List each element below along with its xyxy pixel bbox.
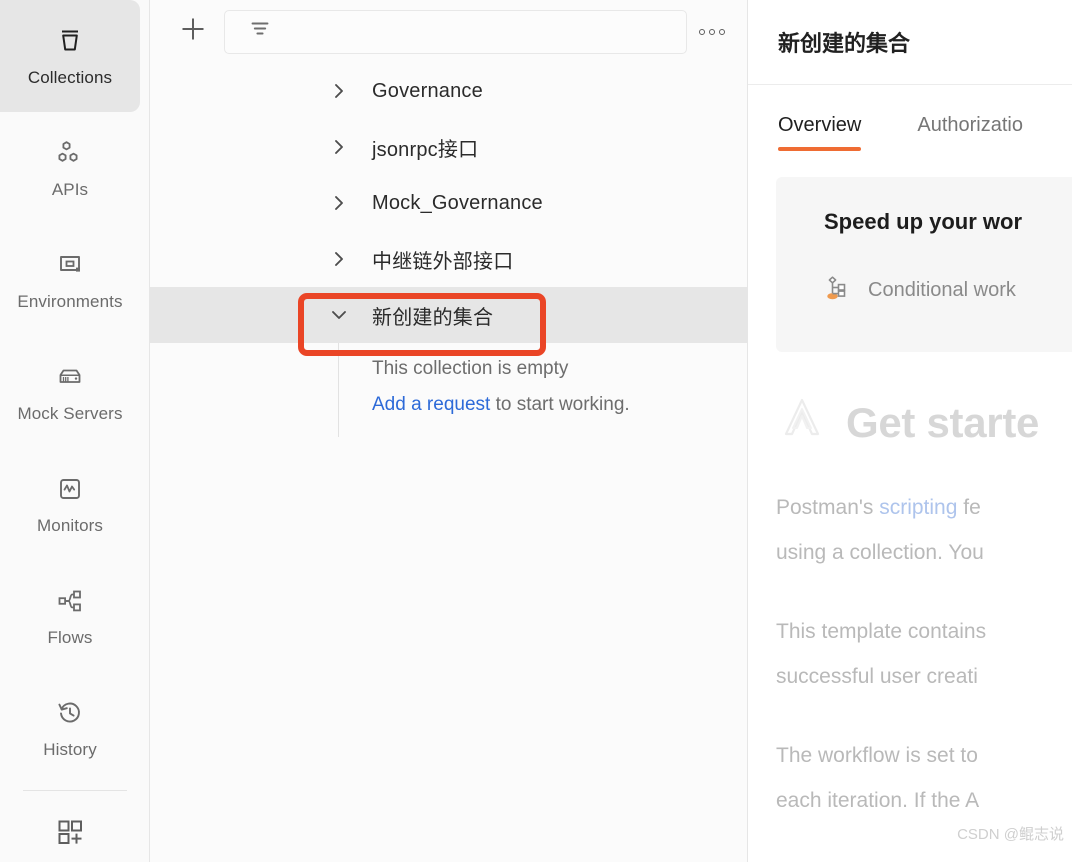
collections-more-options-button[interactable] [689, 12, 735, 52]
sidebar-item-monitors[interactable]: Monitors [0, 448, 140, 560]
history-icon [53, 696, 87, 730]
promo-item-label: Conditional work [868, 279, 1016, 301]
empty-state-line-1: This collection is empty [372, 358, 569, 379]
conditional-workflow-icon [824, 273, 854, 308]
documentation-heading-text: Get starte [846, 398, 1040, 446]
chevron-right-icon [328, 248, 350, 270]
new-collection-button[interactable] [178, 17, 208, 47]
tab-label: Authorizatio [917, 114, 1023, 136]
more-options-icon [699, 28, 725, 35]
detail-header: 新创建的集合 [748, 0, 1072, 85]
collection-empty-state: This collection is empty Add a request t… [150, 343, 747, 437]
doc-p1-c: using a collection. You [776, 541, 984, 564]
page-title: 新创建的集合 [778, 31, 911, 56]
documentation-heading: Get starte [776, 394, 1072, 451]
sidebar-item-collections[interactable]: Collections [0, 0, 140, 112]
chevron-right-icon [328, 136, 350, 158]
tab-overview[interactable]: Overview [778, 114, 862, 151]
doc-p1-b: fe [957, 496, 981, 519]
left-sidebar: Collections APIs Environments Mock Serve… [0, 0, 150, 862]
sidebar-item-label: Collections [27, 68, 113, 87]
chevron-right-icon [328, 192, 350, 214]
apis-icon [53, 136, 87, 170]
doc-p2-a: This template contains [776, 620, 987, 643]
csdn-watermark: CSDN @鲲志说 [957, 826, 1064, 843]
sidebar-item-label: Monitors [37, 516, 103, 535]
scripting-link[interactable]: scripting [879, 496, 957, 519]
doc-p2-b: successful user creati [776, 665, 978, 688]
documentation-paragraph-2: This template contains successful user cr… [776, 609, 1072, 699]
tab-label: Overview [778, 114, 862, 136]
collections-icon [53, 24, 87, 58]
add-module-icon [55, 817, 85, 852]
doc-p3-a: The workflow is set to [776, 744, 978, 767]
promo-item-conditional-workflow[interactable]: Conditional work [824, 273, 1072, 308]
collection-row-governance[interactable]: Governance [150, 63, 747, 119]
collections-list-pane: Governance jsonrpc接口 Mock_Governance 中继链… [150, 0, 748, 862]
collections-toolbar [150, 0, 747, 63]
collection-detail-pane: 新创建的集合 Overview Authorizatio Speed up yo… [748, 0, 1072, 862]
sidebar-add-module-button[interactable] [0, 795, 140, 862]
sidebar-item-label: Flows [47, 628, 93, 647]
doc-p1-a: Postman's [776, 496, 880, 519]
chevron-right-icon [328, 80, 350, 102]
collection-name: Mock_Governance [372, 191, 543, 214]
sidebar-item-apis[interactable]: APIs [0, 112, 140, 224]
collection-documentation: Get starte Postman's scripting fe using a… [748, 352, 1072, 823]
plus-icon [179, 15, 207, 48]
monitors-icon [53, 472, 87, 506]
documentation-paragraph-1: Postman's scripting fe using a collection… [776, 485, 1072, 575]
documentation-paragraph-3: The workflow is set to each iteration. If… [776, 733, 1072, 823]
sidebar-item-label: Mock Servers [17, 404, 123, 423]
empty-state-line-2: Add a request to start working. [150, 387, 747, 423]
filter-icon [249, 18, 271, 45]
collection-name: 新创建的集合 [372, 306, 494, 329]
postman-app-window: Collections APIs Environments Mock Serve… [0, 0, 1072, 862]
sidebar-item-flows[interactable]: Flows [0, 560, 140, 672]
tree-guide-line [338, 343, 339, 437]
sidebar-item-label: Environments [17, 292, 123, 311]
mock-servers-icon [53, 360, 87, 394]
doc-p3-b: each iteration. If the A [776, 789, 980, 812]
detail-tabs: Overview Authorizatio [748, 85, 1072, 151]
postman-logo-icon [776, 394, 828, 451]
chevron-down-icon [328, 304, 350, 326]
sidebar-item-label: APIs [51, 180, 89, 199]
sidebar-divider [22, 790, 127, 791]
flows-icon [53, 584, 87, 618]
collection-row-new-collection[interactable]: 新创建的集合 [150, 287, 747, 343]
sidebar-item-environments[interactable]: Environments [0, 224, 140, 336]
sidebar-item-history[interactable]: History [0, 672, 140, 784]
collection-row-jsonrpc[interactable]: jsonrpc接口 [150, 119, 747, 175]
environments-icon [53, 248, 87, 282]
sidebar-item-mock-servers[interactable]: Mock Servers [0, 336, 140, 448]
collection-name: 中继链外部接口 [372, 250, 514, 273]
empty-state-line-2-rest: to start working. [490, 394, 630, 415]
filter-input[interactable] [224, 9, 687, 54]
collection-name: Governance [372, 79, 483, 102]
promo-card: Speed up your wor Conditional work [776, 177, 1072, 352]
promo-title: Speed up your wor [824, 209, 1023, 234]
collection-name: jsonrpc接口 [372, 138, 479, 161]
collection-row-relay-chain[interactable]: 中继链外部接口 [150, 231, 747, 287]
sidebar-item-label: History [43, 740, 97, 759]
collection-row-mock-governance[interactable]: Mock_Governance [150, 175, 747, 231]
tab-authorization[interactable]: Authorizatio [917, 114, 1023, 151]
add-request-link[interactable]: Add a request [372, 394, 490, 415]
